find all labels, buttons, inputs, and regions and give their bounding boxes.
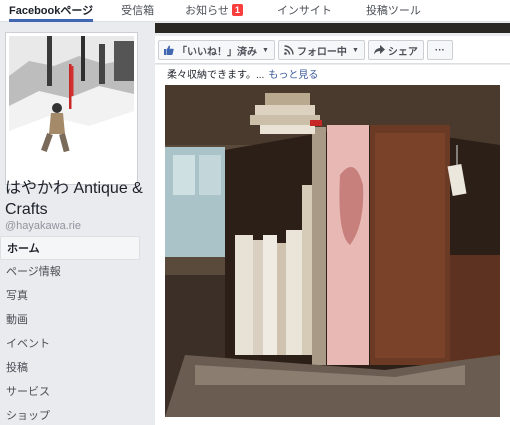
thumbs-up-icon — [164, 45, 174, 55]
page-tab-bar: Facebookページ 受信箱 お知らせ 1 インサイト 投稿ツール — [0, 0, 510, 22]
more-options-button[interactable]: ··· — [426, 40, 453, 60]
post-text-snippet: 柔々収納できます。... — [167, 70, 265, 81]
following-button[interactable]: フォロー中 ▼ — [277, 40, 365, 60]
camera-icon[interactable] — [115, 165, 129, 176]
left-sidebar: はやかわ Antique & Crafts @hayakawa.rie ホーム … — [0, 23, 148, 425]
post-photo-image — [165, 85, 500, 417]
post-photo[interactable] — [165, 85, 500, 417]
tab-label: 受信箱 — [121, 5, 155, 17]
caret-down-icon: ▼ — [351, 46, 359, 54]
profile-photo-image — [9, 36, 134, 181]
nav-item-photos[interactable]: 写真 — [0, 284, 140, 308]
caret-down-icon: ▼ — [262, 46, 269, 54]
more-options-icon: ··· — [434, 44, 445, 56]
page-name[interactable]: はやかわ Antique & Crafts — [5, 178, 145, 220]
tab-label: インサイト — [276, 5, 332, 17]
tab-label: 投稿ツール — [365, 5, 421, 17]
post-text: 柔々収納できます。... もっと見る — [167, 66, 318, 81]
nav-item-home[interactable]: ホーム — [0, 236, 140, 260]
tab-facebook-page[interactable]: Facebookページ — [0, 0, 102, 22]
nav-item-posts[interactable]: 投稿 — [0, 356, 140, 380]
nav-item-shop[interactable]: ショップ — [0, 404, 140, 425]
tab-inbox[interactable]: 受信箱 — [112, 0, 163, 21]
nav-item-about[interactable]: ページ情報 — [0, 260, 140, 284]
tab-label: お知らせ — [185, 5, 229, 17]
tab-notifications[interactable]: お知らせ 1 — [176, 0, 252, 21]
page-nav: ホーム ページ情報 写真 動画 イベント 投稿 サービス ショップ — [0, 236, 140, 425]
profile-picture[interactable] — [5, 32, 138, 185]
tab-insights[interactable]: インサイト — [268, 0, 341, 21]
share-arrow-icon — [373, 45, 385, 55]
share-button-label: シェア — [387, 46, 418, 58]
share-button[interactable]: シェア — [367, 40, 424, 60]
cover-photo[interactable] — [155, 23, 510, 33]
page-username[interactable]: @hayakawa.rie — [5, 220, 81, 232]
nav-item-events[interactable]: イベント — [0, 332, 140, 356]
liked-button-label: 「いいね！」済み — [177, 46, 257, 58]
nav-item-videos[interactable]: 動画 — [0, 308, 140, 332]
tab-label: Facebookページ — [9, 5, 94, 17]
rss-follow-icon — [284, 45, 294, 55]
nav-item-services[interactable]: サービス — [0, 380, 140, 404]
post-card: 柔々収納できます。... もっと見る — [155, 65, 510, 425]
following-button-label: フォロー中 — [296, 46, 347, 58]
liked-button[interactable]: 「いいね！」済み ▼ — [158, 40, 275, 60]
page-action-bar: 「いいね！」済み ▼ フォロー中 ▼ シェア ··· — [155, 36, 510, 64]
tab-publishing-tools[interactable]: 投稿ツール — [357, 0, 430, 21]
notification-badge: 1 — [231, 4, 243, 16]
see-more-link[interactable]: もっと見る — [268, 70, 318, 81]
